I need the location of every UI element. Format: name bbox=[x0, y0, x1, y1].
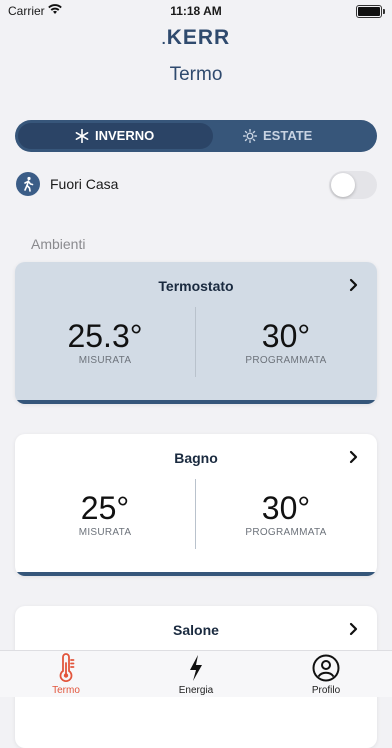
snowflake-icon bbox=[75, 129, 89, 143]
tab-profilo[interactable]: Profilo bbox=[261, 653, 391, 697]
set-temperature: 30° bbox=[261, 490, 311, 526]
tab-profilo-label: Profilo bbox=[311, 685, 341, 696]
page-title: Termo bbox=[169, 64, 223, 85]
profile-icon bbox=[312, 654, 340, 682]
tab-bar: Termo Energia Profilo bbox=[0, 650, 392, 697]
fuori-casa-toggle[interactable] bbox=[329, 171, 377, 199]
tab-energia-label: Energia bbox=[178, 685, 214, 696]
chevron-right-icon[interactable] bbox=[348, 622, 358, 636]
room-name: Bagno bbox=[174, 450, 218, 466]
fuori-casa-label: Fuori Casa bbox=[50, 176, 119, 192]
card-bottom-bar bbox=[15, 572, 377, 576]
inverno-label: INVERNO bbox=[95, 128, 155, 143]
room-card-termostato[interactable]: Termostato 25.3° MISURATA 30° PROGRAMMAT… bbox=[15, 262, 377, 404]
ambienti-section-title: Ambienti bbox=[31, 236, 86, 252]
chevron-right-icon[interactable] bbox=[348, 278, 358, 292]
estate-label: ESTATE bbox=[263, 128, 313, 143]
inverno-segment[interactable]: INVERNO bbox=[75, 120, 154, 152]
tab-termo-label: Termo bbox=[52, 685, 80, 696]
tab-termo[interactable]: Termo bbox=[1, 653, 131, 697]
sun-icon bbox=[243, 129, 257, 143]
status-bar: Carrier 11:18 AM bbox=[0, 0, 392, 20]
chevron-right-icon[interactable] bbox=[348, 450, 358, 464]
clock: 11:18 AM bbox=[170, 4, 222, 18]
kerr-logo: .KERR bbox=[161, 26, 231, 49]
estate-segment[interactable]: ESTATE bbox=[243, 120, 312, 152]
fuori-casa-row: Fuori Casa bbox=[16, 171, 378, 199]
room-card-bagno[interactable]: Bagno 25° MISURATA 30° PROGRAMMATA bbox=[15, 434, 377, 576]
logo-text: KERR bbox=[166, 26, 231, 49]
thermometer-icon bbox=[59, 653, 75, 682]
walking-person-icon bbox=[16, 172, 40, 196]
toggle-knob bbox=[331, 173, 355, 197]
measured-temperature: 25.3° bbox=[67, 318, 143, 354]
set-label: PROGRAMMATA bbox=[245, 527, 327, 538]
set-temperature: 30° bbox=[261, 318, 311, 354]
room-name: Termostato bbox=[158, 278, 234, 294]
lightning-icon bbox=[190, 655, 202, 681]
measured-label: MISURATA bbox=[78, 355, 132, 366]
mode-segmented-control: INVERNO ESTATE bbox=[15, 120, 377, 152]
room-name: Salone bbox=[173, 622, 219, 638]
battery-icon bbox=[356, 5, 385, 18]
tab-energia[interactable]: Energia bbox=[131, 653, 261, 697]
set-label: PROGRAMMATA bbox=[245, 355, 327, 366]
measured-label: MISURATA bbox=[78, 527, 132, 538]
measured-temperature: 25° bbox=[80, 490, 130, 526]
card-bottom-bar bbox=[15, 400, 377, 404]
